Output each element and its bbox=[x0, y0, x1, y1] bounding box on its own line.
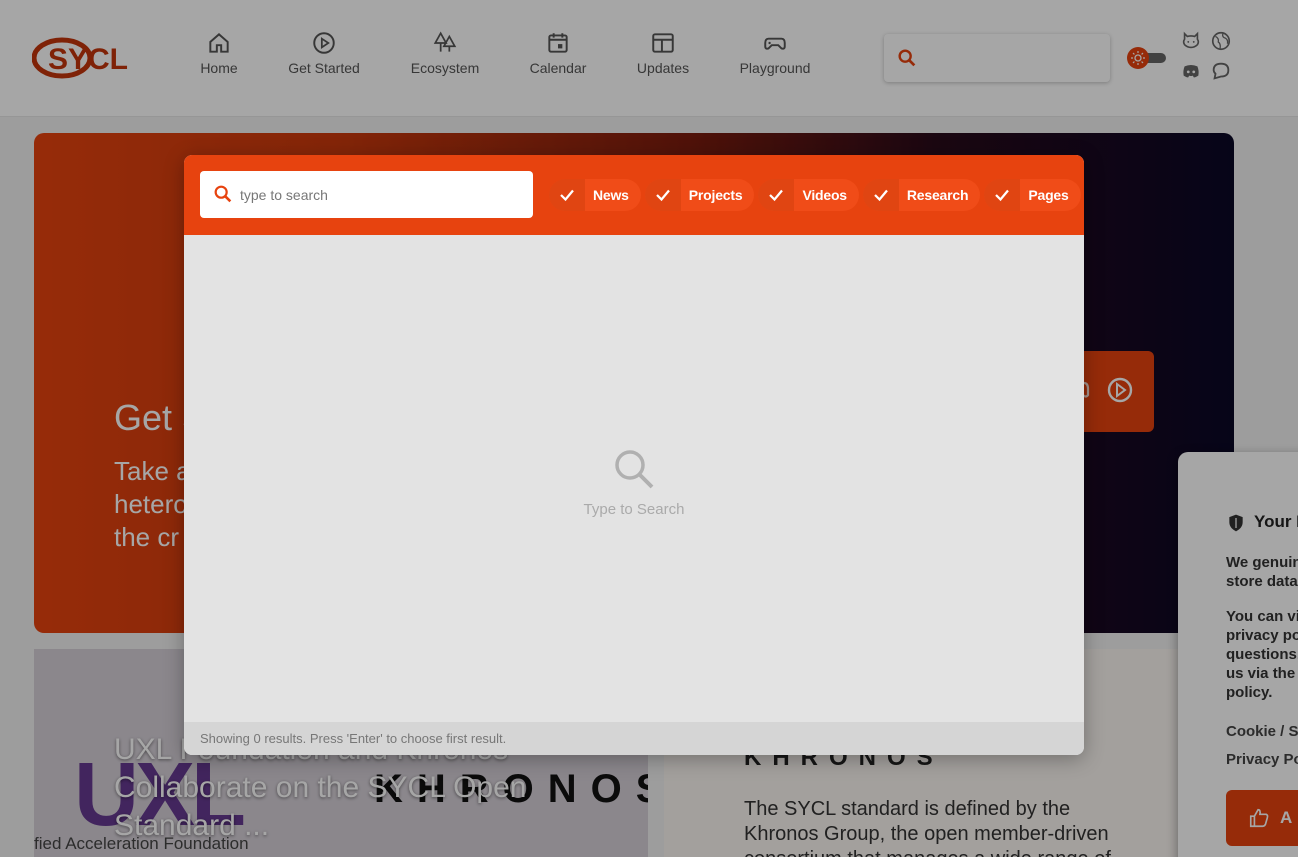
search-input-box[interactable] bbox=[200, 171, 533, 218]
check-icon bbox=[874, 189, 888, 202]
check-icon bbox=[995, 189, 1010, 202]
filter-projects-label: Projects bbox=[688, 187, 743, 203]
search-modal-header: News Projects Videos Research Pages bbox=[184, 155, 1084, 235]
filter-pages-label: Pages bbox=[1028, 187, 1069, 203]
search-icon bbox=[214, 185, 232, 203]
search-empty-text: Type to Search bbox=[583, 501, 685, 518]
filter-videos[interactable]: Videos bbox=[758, 179, 859, 211]
check-icon bbox=[655, 189, 670, 202]
filter-news[interactable]: News bbox=[549, 179, 641, 211]
filter-pages[interactable]: Pages bbox=[984, 179, 1081, 211]
search-input[interactable] bbox=[240, 171, 525, 218]
search-filters: News Projects Videos Research Pages bbox=[549, 179, 1084, 211]
search-empty-state: Type to Search bbox=[184, 445, 1084, 518]
search-modal-footer: Showing 0 results. Press 'Enter' to choo… bbox=[184, 722, 1084, 755]
filter-videos-label: Videos bbox=[802, 187, 847, 203]
filter-research[interactable]: Research bbox=[862, 179, 981, 211]
filter-news-label: News bbox=[593, 187, 629, 203]
filter-projects[interactable]: Projects bbox=[644, 179, 755, 211]
search-icon bbox=[615, 450, 654, 489]
check-icon bbox=[560, 189, 574, 202]
search-modal: News Projects Videos Research Pages Type… bbox=[184, 155, 1084, 755]
check-icon bbox=[769, 189, 784, 202]
filter-research-label: Research bbox=[906, 187, 969, 203]
search-results-status: Showing 0 results. Press 'Enter' to choo… bbox=[200, 731, 507, 746]
